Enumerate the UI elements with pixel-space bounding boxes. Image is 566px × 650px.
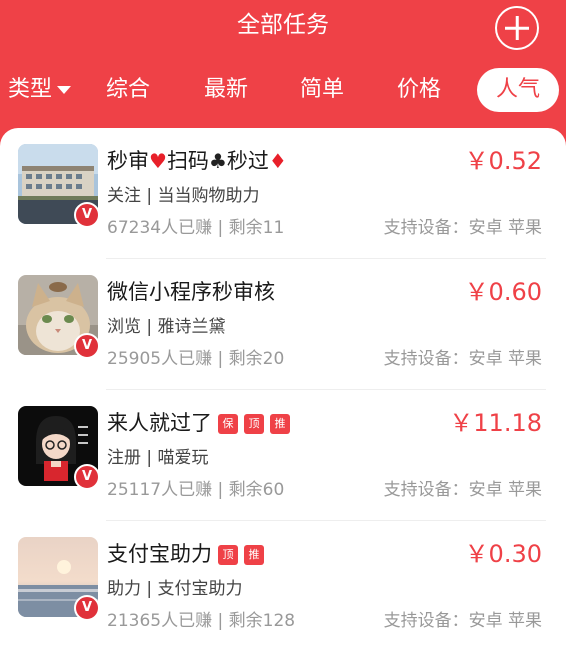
filter-tabs: 类型 综合 最新 简单 价格 人气 (0, 68, 566, 112)
verified-badge-icon: V (74, 333, 100, 359)
task-category: 助力 | 支付宝助力 (107, 579, 243, 599)
earned-count: 67234人已赚 (107, 218, 213, 238)
caret-down-icon (57, 86, 72, 94)
tab-comprehensive[interactable]: 综合 (106, 68, 150, 112)
task-price: ￥0.30 (464, 540, 542, 568)
task-price: ￥0.60 (464, 278, 542, 306)
tab-simple[interactable]: 简单 (300, 68, 344, 112)
supported-devices: 支持设备：安卓 苹果 (383, 349, 542, 369)
tab-type-dropdown[interactable]: 类型 (8, 68, 72, 112)
page-title: 全部任务 (237, 12, 329, 38)
supported-devices: 支持设备：安卓 苹果 (383, 480, 542, 500)
tag-top: 顶 (244, 414, 264, 434)
supported-devices: 支持设备：安卓 苹果 (383, 611, 542, 631)
tag-guarantee: 保 (218, 414, 238, 434)
plus-circle-icon[interactable] (495, 6, 539, 50)
task-title: 秒审♥扫码♣秒过♦ (107, 146, 287, 176)
heart-icon: ♥ (149, 149, 167, 173)
tab-price[interactable]: 价格 (397, 68, 441, 112)
task-category: 关注 | 当当购物助力 (107, 186, 260, 206)
tag-top: 顶 (218, 545, 238, 565)
task-category: 浏览 | 雅诗兰黛 (107, 317, 226, 337)
task-price: ￥11.18 (449, 409, 542, 437)
task-category: 注册 | 喵爱玩 (107, 448, 209, 468)
title-part: 扫码 (166, 149, 209, 173)
earned-count: 25905人已赚 (107, 349, 213, 369)
title-text: 支付宝助力 (107, 542, 212, 566)
task-list: V 秒审♥扫码♣秒过♦ ￥0.52 关注 | 当当购物助力 67234人已赚 |… (0, 128, 566, 650)
task-stats: 25905人已赚 | 剩余20 (107, 349, 285, 369)
earned-count: 25117人已赚 (107, 480, 213, 500)
task-card[interactable]: V 微信小程序秒审核 ￥0.60 浏览 | 雅诗兰黛 25905人已赚 | 剩余… (0, 259, 566, 390)
tag-recommend: 推 (270, 414, 290, 434)
task-stats: 21365人已赚 | 剩余128 (107, 611, 296, 631)
task-title: 支付宝助力顶推 (107, 539, 264, 569)
title-part: 秒过 (226, 149, 269, 173)
remaining-count: 剩余11 (228, 218, 285, 238)
verified-badge-icon: V (74, 464, 100, 490)
remaining-count: 剩余20 (228, 349, 285, 369)
club-icon: ♣ (208, 149, 227, 173)
verified-badge-icon: V (74, 595, 100, 621)
remaining-count: 剩余60 (228, 480, 285, 500)
task-title: 微信小程序秒审核 (107, 280, 275, 304)
supported-devices: 支持设备：安卓 苹果 (383, 218, 542, 238)
task-title: 来人就过了保顶推 (107, 408, 290, 438)
task-card[interactable]: V 支付宝助力顶推 ￥0.30 助力 | 支付宝助力 21365人已赚 | 剩余… (0, 521, 566, 650)
earned-count: 21365人已赚 (107, 611, 213, 631)
tab-newest[interactable]: 最新 (204, 68, 248, 112)
tab-type-label: 类型 (8, 77, 53, 102)
title-part: 秒审 (107, 149, 149, 173)
task-card[interactable]: V 秒审♥扫码♣秒过♦ ￥0.52 关注 | 当当购物助力 67234人已赚 |… (0, 128, 566, 259)
task-stats: 67234人已赚 | 剩余11 (107, 218, 285, 238)
task-price: ￥0.52 (464, 147, 542, 175)
verified-badge-icon: V (74, 202, 100, 228)
tab-popular[interactable]: 人气 (477, 68, 559, 112)
diamond-icon: ♦ (268, 149, 287, 173)
task-card[interactable]: V 来人就过了保顶推 ￥11.18 注册 | 喵爱玩 25117人已赚 | 剩余… (0, 390, 566, 521)
tag-recommend: 推 (244, 545, 264, 565)
title-text: 来人就过了 (107, 411, 212, 435)
remaining-count: 剩余128 (228, 611, 296, 631)
task-stats: 25117人已赚 | 剩余60 (107, 480, 285, 500)
